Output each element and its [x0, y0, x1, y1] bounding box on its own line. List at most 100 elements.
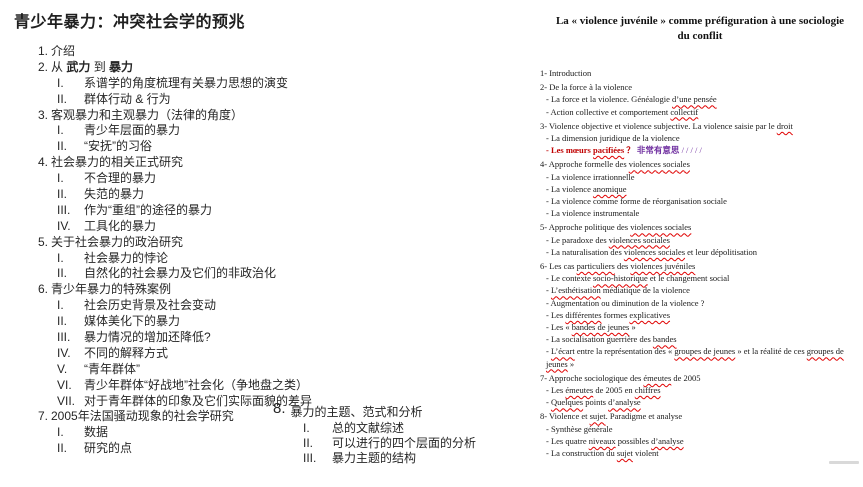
text-segment: points [583, 397, 609, 408]
outline-subitem: I. 不合理的暴力 [38, 171, 478, 187]
text-segment: entre la représentation des « [574, 346, 675, 357]
outline-subitem-number: V. [57, 361, 68, 376]
stray-mark [829, 461, 859, 464]
text-segment: sujet [589, 411, 606, 422]
text-segment: d’analyse [651, 435, 684, 446]
french-outline-subline: - Les mœurs pacifiées ？ 非常有意思 / / / / / [540, 144, 860, 156]
outline-subitem-label: 作为“重组”的途径的暴力 [84, 202, 212, 217]
text-segment: niveaux [588, 435, 616, 446]
outline-subitem-number: I. [303, 421, 310, 435]
right-outline-title: La « violence juvénile » comme préfigura… [538, 14, 862, 44]
text-segment: - Le contexte [546, 273, 593, 284]
text-segment: pacifiées [592, 145, 625, 156]
text-segment: violences juvéniles [630, 261, 696, 272]
outline-subitem: II. 可以进行的四个层面的分析 [273, 436, 476, 451]
outline-subitem-label: 媒体美化下的暴力 [84, 314, 181, 329]
text-segment: - La socialisation guerrière des [546, 334, 653, 345]
french-outline-line: 3- Violence objective et violence subjec… [540, 120, 860, 132]
outline-subitem: III. 作为“重组”的途径的暴力 [38, 203, 478, 219]
outline-subitem: I. 总的文献综述 [273, 421, 476, 436]
text-segment: violences sociales [623, 246, 686, 257]
french-outline-line: 2- De la force à la violence [540, 81, 860, 93]
text-segment: émeutes [565, 385, 594, 396]
text-segment: - La dimension juridique de la violence [546, 133, 680, 144]
outline-subitem-label: 可以进行的四个层面的分析 [332, 436, 477, 450]
french-outline-subline: - La dimension juridique de la violence [540, 132, 860, 144]
outline-item-label: 介绍 [51, 44, 76, 58]
outline-subitem-label: 社会暴力的悖论 [84, 250, 169, 265]
outline-subitem-label: 不同的解释方式 [84, 345, 169, 360]
outline-subitem: I. 系谱学的角度梳理有关暴力思想的演变 [38, 76, 478, 92]
text-segment: 武力 [66, 59, 91, 74]
text-segment: sujet [616, 448, 633, 459]
left-outline-list: 1. 介绍 2. 从 武力 到 暴力 I. 系谱学的角度梳理有关暴力思想的演变 II. 群体行… [38, 44, 478, 457]
text-segment: 7- Approche sociologique des [540, 372, 644, 383]
left-outline-item-8: 8. 暴力的主题、范式和分析 I. 总的文献综述 II. 可以进行的四个层面的分析 II… [273, 400, 476, 466]
text-segment: bandes [652, 334, 677, 345]
text-segment: 暴力 [109, 59, 134, 74]
text-segment: 1- Introduction [540, 68, 592, 78]
outline-subitem-number: VI. [57, 377, 72, 392]
french-outline-line: 8- Violence et sujet. Paradigme et analy… [540, 410, 860, 422]
text-segment: ？ [624, 145, 637, 156]
text-segment: - La violence comme forme de réorganisat… [546, 196, 727, 207]
text-segment: 5- Approche politique des [540, 222, 631, 233]
outline-item-number: 2. [38, 59, 49, 74]
french-outline-subline: - La force et la violence. Généalogie d’… [540, 93, 860, 105]
outline-subitem-label: 自然化的社会暴力及它们的非政治化 [84, 266, 277, 281]
outline-subitem: VI. 青少年群体“好战地”社会化（争地盘之类） [38, 378, 478, 394]
french-outline-subline: - La construction du sujet violent [540, 447, 860, 459]
french-outline-subline: - Le contexte socio-historique et le cha… [540, 272, 860, 284]
outline-item: 2. 从 武力 到 暴力 [38, 60, 478, 76]
outline-subitem-number: II. [57, 187, 68, 202]
text-segment: 2- De la force à la violence [540, 82, 633, 93]
text-segment: L’esthétisation [550, 285, 601, 296]
right-title-line-1: La « violence juvénile » comme préfigura… [555, 15, 845, 27]
text-segment: 到 [90, 59, 110, 74]
text-segment: formes [601, 309, 630, 320]
text-segment: médiatique de la violence [600, 285, 690, 296]
french-outline-subline: - La violence anomique [540, 183, 860, 195]
outline-subitem: II. 群体行动 & 行为 [38, 92, 478, 108]
french-outline-line: 5- Approche politique des violences soci… [540, 221, 860, 233]
outline-subitem: II. 自然化的社会暴力及它们的非政治化 [38, 266, 478, 282]
outline-item-label: 客观暴力和主观暴力（法律的角度） [51, 107, 244, 122]
outline-item-number: 4. [38, 155, 49, 170]
outline-subitem-number: II. [57, 266, 68, 281]
french-outline-line: 1- Introduction [540, 67, 860, 79]
left-outline-title: 青少年暴力：冲突社会学的预兆 [14, 14, 246, 31]
outline-subitem-number: I. [57, 425, 64, 440]
text-segment: / / / / / [679, 145, 702, 156]
outline-subitem-number: I. [57, 250, 64, 265]
outline-subitem-number: I. [57, 171, 64, 186]
text-segment: - Les [546, 385, 566, 396]
outline-subitem-label: 数据 [84, 425, 109, 440]
text-segment: de 2005 en [593, 385, 635, 396]
text-segment: - La naturalisation des [546, 246, 624, 257]
text-segment: - Les quatre [546, 435, 589, 446]
french-outline-subline: - Quelques points d’analyse [540, 396, 860, 408]
text-segment: possibles [615, 435, 652, 446]
text-segment: 6- Les cas [540, 261, 577, 272]
item8-sublist: I. 总的文献综述 II. 可以进行的四个层面的分析 III. 暴力主题的结构 [273, 421, 476, 466]
document-page: 青少年暴力：冲突社会学的预兆 1. 介绍 2. 从 武力 到 暴力 I. 系谱学的角度梳理… [0, 0, 863, 487]
text-segment: particuliers [576, 261, 615, 272]
text-segment: émeutes [643, 372, 672, 383]
french-outline-subline: - Action collective et comportement coll… [540, 106, 860, 118]
right-title-line-2: du conflit [677, 30, 723, 42]
french-outline-subline: - Les quatre niveaux possibles d’analyse [540, 435, 860, 447]
outline-item: 4. 社会暴力的相关正式研究 [38, 155, 478, 171]
french-outline-subline: - La violence instrumentale [540, 207, 860, 219]
text-segment: groupes de jeunes [674, 346, 736, 357]
outline-subitem: I. 社会暴力的悖论 [38, 251, 478, 267]
text-segment: des [614, 261, 631, 272]
outline-subitem-label: 系谱学的角度梳理有关暴力思想的演变 [84, 75, 289, 90]
outline-subitem: IV. 不同的解释方式 [38, 346, 478, 362]
outline-subitem: V. “青年群体” [38, 362, 478, 378]
text-segment: collectif [670, 106, 699, 117]
text-segment: violences sociales [628, 159, 690, 170]
text-segment: - La violence [546, 183, 593, 194]
text-segment: 从 [51, 59, 67, 74]
outline-item-number: 5. [38, 234, 49, 249]
text-segment: d’analyse [608, 397, 641, 408]
